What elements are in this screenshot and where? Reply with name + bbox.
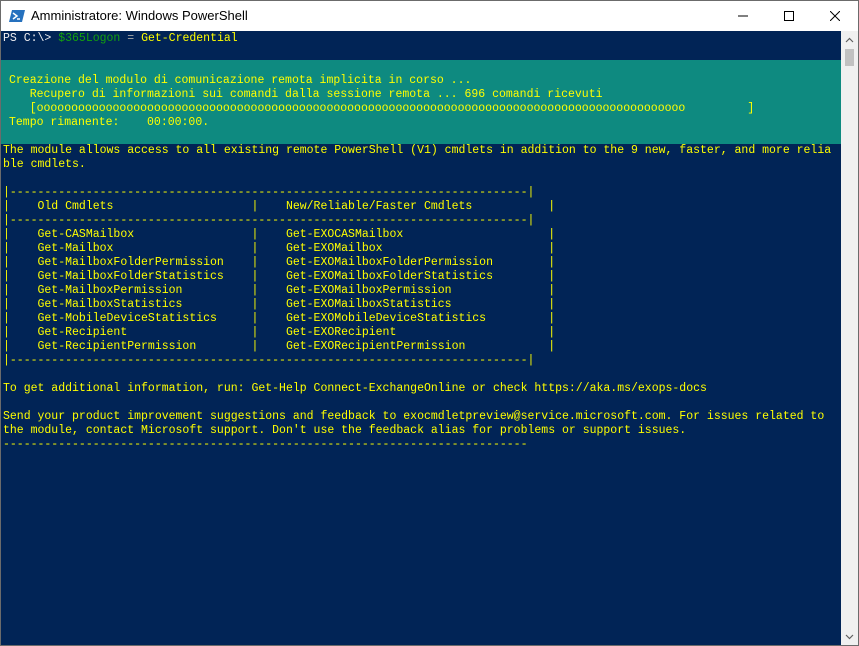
window-title: Amministratore: Windows PowerShell — [31, 8, 248, 23]
minimize-icon — [738, 15, 748, 17]
table-row: | Get-MailboxStatistics | Get-EXOMailbox… — [3, 298, 556, 311]
table-row: | Get-Recipient | Get-EXORecipient | — [3, 326, 556, 339]
output-intro-line-2: ble cmdlets. — [3, 158, 86, 171]
table-header: | Old Cmdlets | New/Reliable/Faster Cmdl… — [3, 200, 556, 213]
prompt-command: Get-Credential — [141, 32, 238, 45]
powershell-window: Amministratore: Windows PowerShell PS C:… — [0, 0, 859, 646]
scroll-down-button[interactable] — [841, 628, 858, 645]
feedback-line-2: the module, contact Microsoft support. D… — [3, 424, 687, 437]
window-controls — [720, 1, 858, 31]
table-row: | Get-MailboxFolderStatistics | Get-EXOM… — [3, 270, 556, 283]
table-row: | Get-MailboxFolderPermission | Get-EXOM… — [3, 256, 556, 269]
prompt-line: PS C:\> $365Logon = Get-Credential — [3, 32, 238, 46]
table-row: | Get-Mailbox | Get-EXOMailbox | — [3, 242, 556, 255]
table-separator: |---------------------------------------… — [3, 214, 535, 227]
table-row: | Get-RecipientPermission | Get-EXORecip… — [3, 340, 556, 353]
help-text: To get additional information, run: Get-… — [3, 382, 707, 395]
progress-activity: Creazione del modulo di comunicazione re… — [9, 74, 472, 87]
prompt-variable: $365Logon — [58, 32, 121, 45]
console-output[interactable]: PS C:\> $365Logon = Get-Credential Creaz… — [1, 31, 842, 645]
table-bottom-border: |---------------------------------------… — [3, 354, 535, 367]
scroll-up-arrow-icon — [845, 37, 854, 42]
prompt-path: PS C:\> — [3, 32, 52, 45]
table-row: | Get-CASMailbox | Get-EXOCASMailbox | — [3, 228, 556, 241]
end-rule: ----------------------------------------… — [3, 438, 528, 451]
scroll-up-button[interactable] — [841, 31, 858, 48]
title-bar[interactable]: Amministratore: Windows PowerShell — [1, 1, 858, 31]
vertical-scrollbar[interactable] — [841, 31, 858, 645]
feedback-line-1: Send your product improvement suggestion… — [3, 410, 825, 423]
scrollbar-thumb[interactable] — [845, 49, 854, 66]
progress-status: Recupero di informazioni sui comandi dal… — [9, 88, 603, 101]
table-top-border: |---------------------------------------… — [3, 186, 535, 199]
prompt-operator: = — [127, 32, 135, 45]
output-intro-line-1: The module allows access to all existing… — [3, 144, 832, 157]
table-row: | Get-MailboxPermission | Get-EXOMailbox… — [3, 284, 556, 297]
minimize-button[interactable] — [720, 1, 766, 31]
powershell-icon — [9, 8, 25, 24]
close-icon — [830, 11, 840, 21]
scroll-down-arrow-icon — [845, 634, 854, 639]
table-row: | Get-MobileDeviceStatistics | Get-EXOMo… — [3, 312, 556, 325]
maximize-button[interactable] — [766, 1, 812, 31]
close-button[interactable] — [812, 1, 858, 31]
maximize-icon — [784, 11, 794, 21]
progress-time-remaining: Tempo rimanente: 00:00:00. — [9, 116, 210, 129]
progress-bar: [ooooooooooooooooooooooooooooooooooooooo… — [9, 102, 755, 115]
